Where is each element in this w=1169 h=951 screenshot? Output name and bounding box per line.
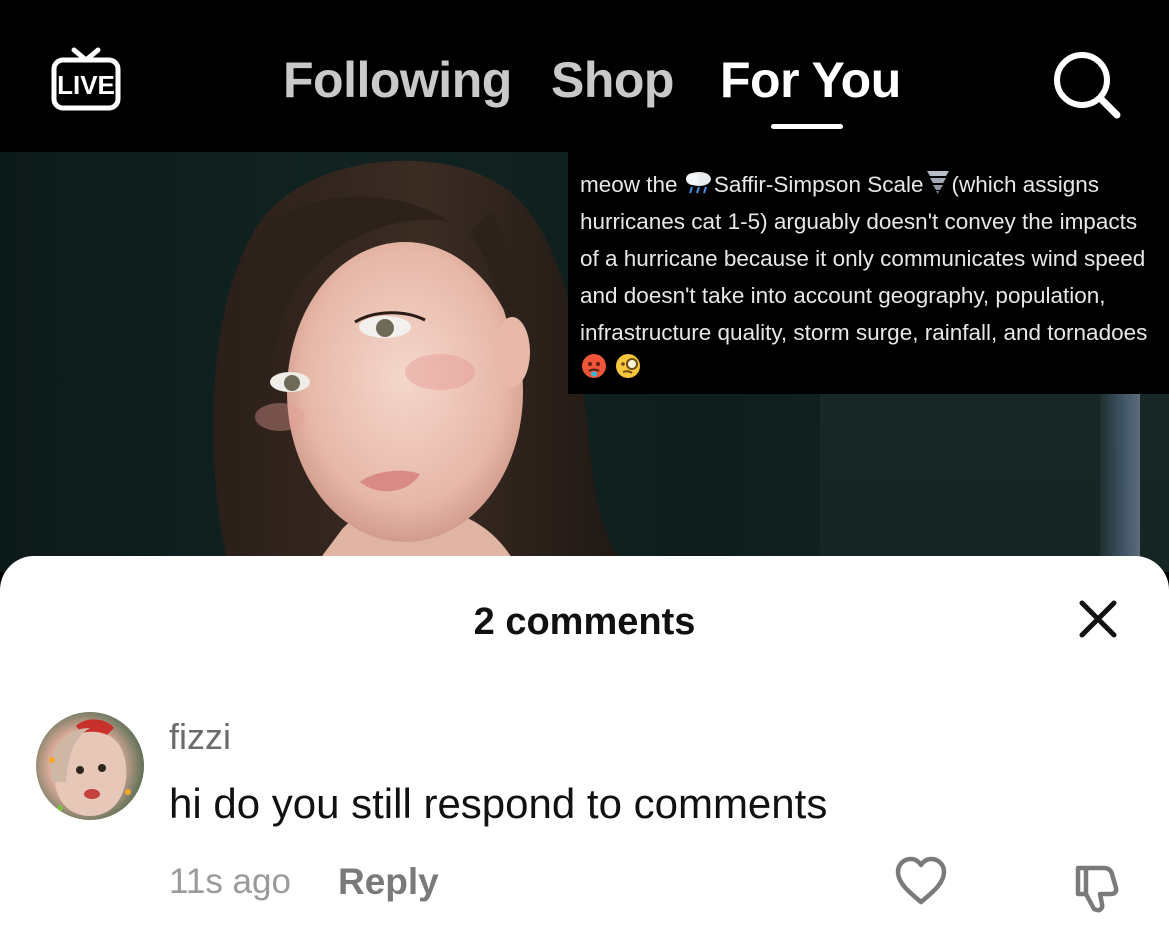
search-icon[interactable] xyxy=(1050,48,1122,120)
dislike-icon[interactable] xyxy=(1070,858,1126,914)
tab-following[interactable]: Following xyxy=(283,50,512,110)
active-tab-indicator xyxy=(771,124,843,129)
tornado-emoji xyxy=(926,171,949,194)
video-player[interactable]: meow the Saffir-Simpson Scale (which ass… xyxy=(0,152,1169,572)
cloud-rain-emoji xyxy=(685,172,711,194)
tab-shop[interactable]: Shop xyxy=(551,50,674,110)
tab-for-you[interactable]: For You xyxy=(720,50,901,110)
video-caption: meow the Saffir-Simpson Scale (which ass… xyxy=(580,166,1160,388)
caption-part-2: Saffir-Simpson Scale xyxy=(713,172,924,197)
avatar[interactable] xyxy=(36,712,144,820)
live-label: LIVE xyxy=(57,70,115,100)
background-detail xyxy=(1100,392,1140,572)
hot-face-emoji xyxy=(582,354,606,378)
close-icon[interactable] xyxy=(1074,595,1122,643)
caption-part-3: (which assigns hurricanes cat 1-5) argua… xyxy=(580,172,1148,345)
comment-username[interactable]: fizzi xyxy=(169,716,231,758)
caption-part-1: meow the xyxy=(580,172,684,197)
comments-count-title: 2 comments xyxy=(473,601,696,643)
heart-icon[interactable] xyxy=(893,855,949,907)
top-navigation-bar: LIVE Following Shop For You xyxy=(0,0,1169,152)
monocle-face-emoji xyxy=(616,354,641,378)
comment-timestamp: 11s ago xyxy=(169,862,291,901)
comments-sheet: 2 comments fizzi hi do you still respond… xyxy=(0,556,1169,951)
live-tv-icon[interactable]: LIVE xyxy=(50,42,122,114)
comment-text: hi do you still respond to comments xyxy=(169,780,828,827)
reply-button[interactable]: Reply xyxy=(338,860,439,904)
